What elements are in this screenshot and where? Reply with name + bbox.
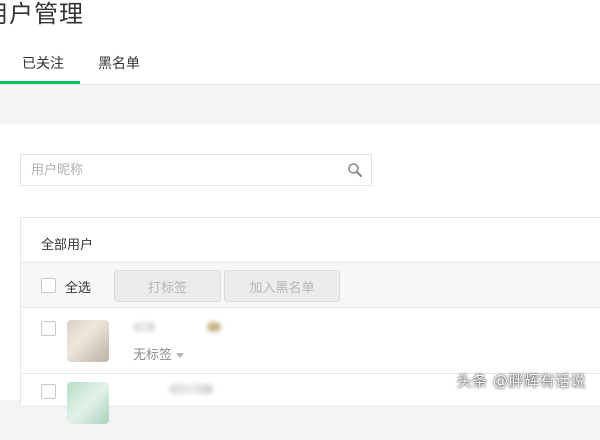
row-checkbox[interactable]	[41, 384, 56, 399]
nickname-blurred	[133, 322, 155, 332]
user-tag-label: 无标签	[133, 348, 173, 363]
page-title: 用户管理	[0, 0, 84, 28]
nickname-blurred	[169, 384, 213, 394]
panel-title: 全部用户	[41, 238, 94, 253]
header-divider	[0, 84, 600, 85]
search-icon[interactable]	[347, 162, 363, 178]
select-all-checkbox[interactable]	[41, 278, 56, 293]
select-all-label[interactable]: 全选	[65, 277, 91, 296]
nickname-emoji-blurred	[207, 322, 221, 332]
list-toolbar: 全选 打标签 加入黑名单	[21, 262, 600, 308]
avatar[interactable]	[67, 320, 109, 362]
row-checkbox[interactable]	[41, 321, 56, 336]
user-tag-dropdown[interactable]: 无标签	[133, 344, 185, 363]
avatar[interactable]	[67, 382, 109, 424]
search-box	[20, 154, 372, 186]
header: 用户管理 已关注 黑名单	[0, 0, 600, 85]
tab-blacklist[interactable]: 黑名单	[98, 53, 140, 73]
tag-button[interactable]: 打标签	[114, 270, 221, 302]
watermark: 头条 @胖辉有话说	[456, 372, 586, 390]
tab-followed[interactable]: 已关注	[22, 53, 64, 73]
chevron-down-icon	[176, 353, 185, 358]
search-input[interactable]	[21, 155, 361, 185]
table-row: 无标签	[21, 308, 600, 374]
add-to-blacklist-button[interactable]: 加入黑名单	[224, 270, 340, 302]
